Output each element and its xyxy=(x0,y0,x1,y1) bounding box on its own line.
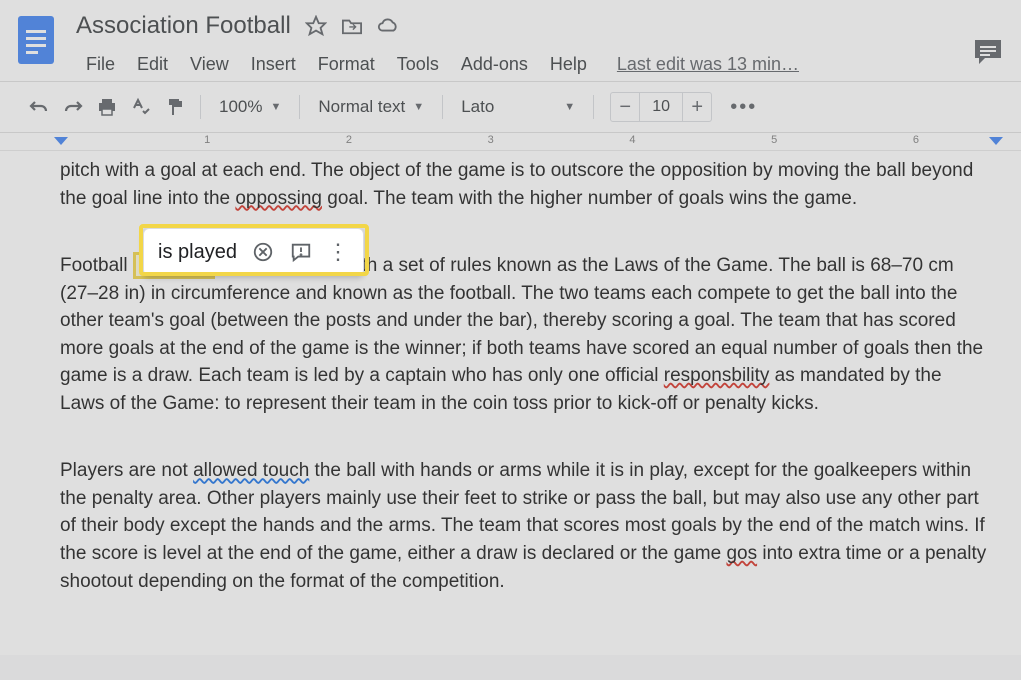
menu-addons[interactable]: Add-ons xyxy=(451,48,538,81)
font-value: Lato xyxy=(461,97,494,117)
menu-view[interactable]: View xyxy=(180,48,239,81)
menu-edit[interactable]: Edit xyxy=(127,48,178,81)
spellcheck-button[interactable] xyxy=(126,92,156,122)
menubar: File Edit View Insert Format Tools Add-o… xyxy=(76,48,1005,81)
redo-button[interactable] xyxy=(58,92,88,122)
toolbar-separator xyxy=(299,95,300,119)
paint-format-button[interactable] xyxy=(160,92,190,122)
paragraph[interactable]: Players are not allowed touch the ball w… xyxy=(60,457,991,595)
suggestion-text[interactable]: is played xyxy=(158,241,237,264)
ruler-number: 3 xyxy=(488,134,494,146)
cloud-status-icon[interactable] xyxy=(377,15,399,37)
chevron-down-icon: ▼ xyxy=(564,101,575,113)
feedback-icon[interactable] xyxy=(289,240,313,264)
toolbar: 100% ▼ Normal text ▼ Lato ▼ − + ••• xyxy=(0,81,1021,133)
style-value: Normal text xyxy=(318,97,405,117)
spelling-error[interactable]: oppossing xyxy=(235,188,322,209)
ruler-number: 1 xyxy=(204,134,210,146)
chevron-down-icon: ▼ xyxy=(270,101,281,113)
ruler-number: 5 xyxy=(771,134,777,146)
font-size-increase[interactable]: + xyxy=(683,93,711,121)
menu-tools[interactable]: Tools xyxy=(387,48,449,81)
docs-logo[interactable] xyxy=(16,14,56,66)
document-title[interactable]: Association Football xyxy=(76,12,291,40)
menu-insert[interactable]: Insert xyxy=(241,48,306,81)
menu-format[interactable]: Format xyxy=(308,48,385,81)
menu-file[interactable]: File xyxy=(76,48,125,81)
last-edit-link[interactable]: Last edit was 13 min… xyxy=(617,54,799,75)
move-folder-icon[interactable] xyxy=(341,15,363,37)
zoom-value: 100% xyxy=(219,97,262,117)
app-header: Association Football File Edit View Inse… xyxy=(0,0,1021,81)
ruler-number: 6 xyxy=(913,134,919,146)
grammar-error[interactable]: allowed touch xyxy=(193,460,309,481)
comments-icon[interactable] xyxy=(973,38,1003,66)
undo-button[interactable] xyxy=(24,92,54,122)
paragraph-style-select[interactable]: Normal text ▼ xyxy=(310,93,432,121)
font-family-select[interactable]: Lato ▼ xyxy=(453,93,583,121)
spelling-error[interactable]: gos xyxy=(726,543,757,564)
star-icon[interactable] xyxy=(305,15,327,37)
suggestion-more-icon[interactable]: ⋮ xyxy=(327,239,349,265)
paragraph[interactable]: pitch with a goal at each end. The objec… xyxy=(60,157,991,212)
font-size-decrease[interactable]: − xyxy=(611,93,639,121)
indent-marker-right[interactable] xyxy=(989,137,1003,145)
ruler-track: 1 2 3 4 5 6 xyxy=(56,133,1001,150)
spelling-error[interactable]: responsbility xyxy=(664,365,770,386)
horizontal-ruler[interactable]: 1 2 3 4 5 6 xyxy=(0,133,1021,151)
toolbar-separator xyxy=(442,95,443,119)
grammar-suggestion-popup: is played ⋮ xyxy=(143,228,364,276)
print-button[interactable] xyxy=(92,92,122,122)
zoom-select[interactable]: 100% ▼ xyxy=(211,93,289,121)
paragraph[interactable]: Football n played in accordance with a s… xyxy=(60,252,991,417)
toolbar-separator xyxy=(593,95,594,119)
ruler-number: 4 xyxy=(629,134,635,146)
toolbar-more-button[interactable]: ••• xyxy=(730,96,757,119)
menu-help[interactable]: Help xyxy=(540,48,597,81)
font-size-input[interactable] xyxy=(639,93,683,121)
ruler-number: 2 xyxy=(346,134,352,146)
toolbar-separator xyxy=(200,95,201,119)
font-size-control: − + xyxy=(610,92,712,122)
dismiss-suggestion-icon[interactable] xyxy=(251,240,275,264)
chevron-down-icon: ▼ xyxy=(413,101,424,113)
document-body[interactable]: pitch with a goal at each end. The objec… xyxy=(0,151,1021,655)
